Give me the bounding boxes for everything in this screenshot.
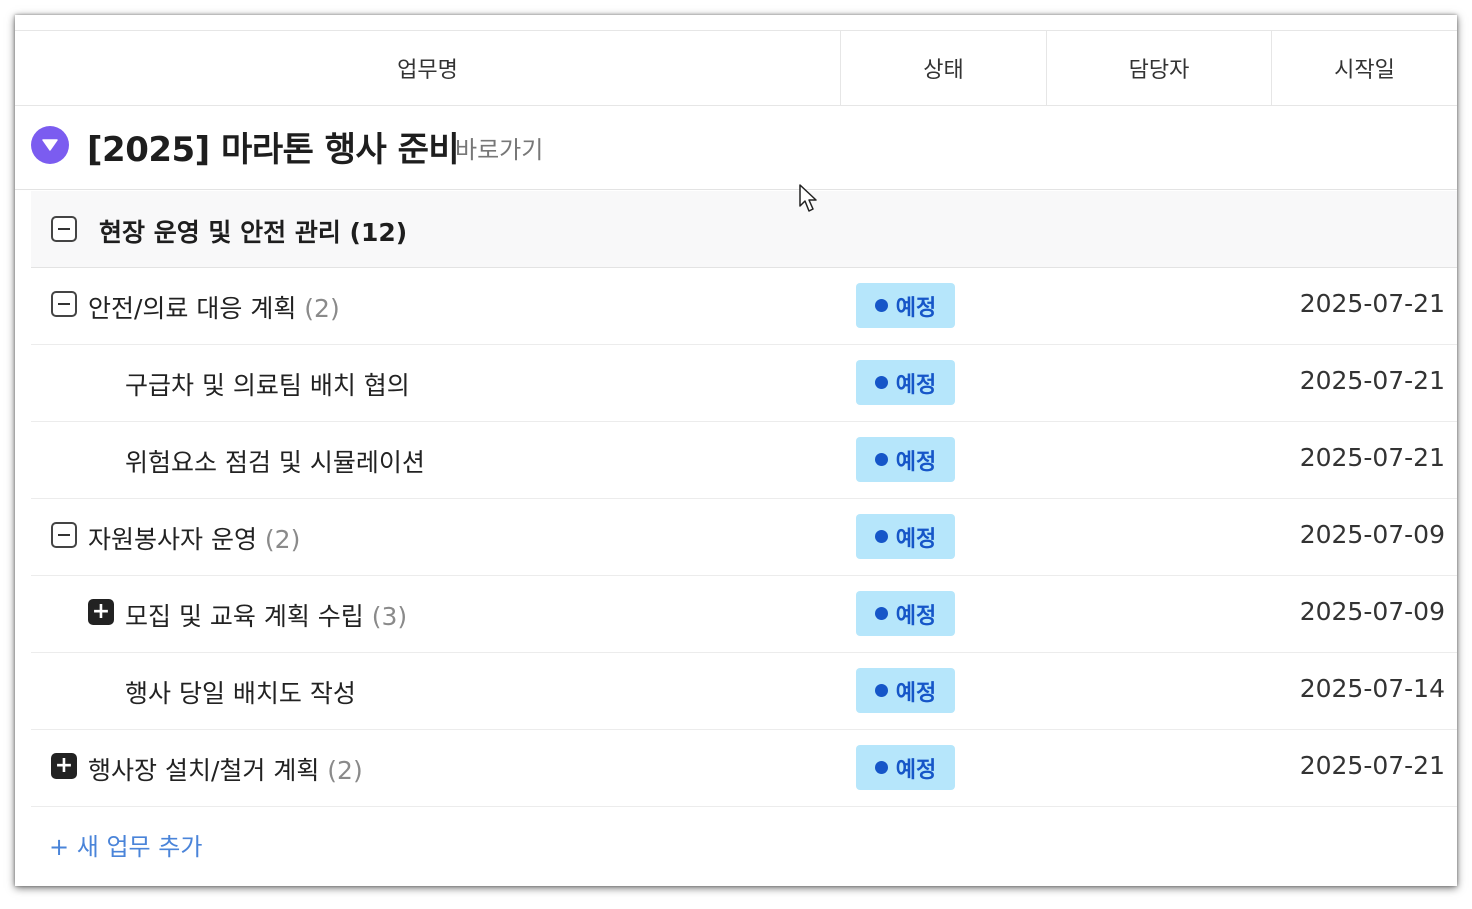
expand-icon[interactable]: + [88, 599, 114, 625]
task-name-text: 안전/의료 대응 계획 [88, 294, 297, 323]
start-date[interactable]: 2025-07-21 [1300, 751, 1445, 780]
task-name-text: 행사 당일 배치도 작성 [125, 679, 356, 708]
status-badge[interactable]: 예정 [856, 283, 955, 328]
status-badge[interactable]: 예정 [856, 514, 955, 559]
table-header: 업무명 상태 담당자 시작일 [15, 30, 1457, 106]
table-row[interactable]: + 모집 및 교육 계획 수립 (3) 예정 2025-07-09 [31, 576, 1457, 653]
start-date[interactable]: 2025-07-09 [1300, 520, 1445, 549]
task-name-text: 자원봉사자 운영 [88, 525, 257, 554]
table-row[interactable]: 자원봉사자 운영 (2) 예정 2025-07-09 [31, 499, 1457, 576]
subtask-count: (2) [327, 756, 363, 785]
status-label: 예정 [895, 372, 937, 398]
collapse-icon[interactable] [51, 291, 77, 317]
table-row[interactable]: + 행사장 설치/철거 계획 (2) 예정 2025-07-21 [31, 730, 1457, 807]
start-date[interactable]: 2025-07-21 [1300, 443, 1445, 472]
status-badge[interactable]: 예정 [856, 591, 955, 636]
status-dot-icon [874, 299, 888, 312]
group-row: 현장 운영 및 안전 관리 (12) [31, 191, 1457, 268]
subtask-count: (2) [304, 294, 340, 323]
status-label: 예정 [895, 680, 937, 706]
column-header-task-name[interactable]: 업무명 [15, 31, 840, 105]
column-header-start-date[interactable]: 시작일 [1271, 31, 1457, 105]
status-label: 예정 [895, 449, 937, 475]
chevron-down-icon[interactable] [31, 126, 69, 164]
status-dot-icon [874, 530, 888, 543]
task-name[interactable]: 위험요소 점검 및 시뮬레이션 [125, 443, 425, 479]
task-name[interactable]: 자원봉사자 운영 (2) [88, 520, 300, 556]
task-name[interactable]: 행사 당일 배치도 작성 [125, 674, 356, 710]
project-title: [2025] 마라톤 행사 준비 [87, 130, 460, 170]
status-badge[interactable]: 예정 [856, 668, 955, 713]
group-title: 현장 운영 및 안전 관리 (12) [99, 218, 408, 247]
project-row: [2025] 마라톤 행사 준비 바로가기 [15, 106, 1457, 190]
status-label: 예정 [895, 526, 937, 552]
mouse-cursor-icon [799, 184, 817, 212]
subtask-count: (3) [371, 602, 408, 631]
task-name-text: 행사장 설치/철거 계획 [88, 756, 320, 785]
task-name[interactable]: 구급차 및 의료팀 배치 협의 [125, 366, 410, 402]
status-label: 예정 [895, 603, 937, 629]
start-date[interactable]: 2025-07-09 [1300, 597, 1445, 626]
status-badge[interactable]: 예정 [856, 745, 955, 790]
project-shortcut-link[interactable]: 바로가기 [455, 130, 543, 165]
task-name[interactable]: 행사장 설치/철거 계획 (2) [88, 751, 363, 787]
column-header-assignee[interactable]: 담당자 [1046, 31, 1271, 105]
start-date[interactable]: 2025-07-21 [1300, 289, 1445, 318]
status-label: 예정 [895, 757, 937, 783]
status-badge[interactable]: 예정 [856, 360, 955, 405]
status-dot-icon [874, 453, 888, 466]
status-badge[interactable]: 예정 [856, 437, 955, 482]
add-task-button[interactable]: + 새 업무 추가 [49, 827, 202, 862]
table-row[interactable]: 행사 당일 배치도 작성 예정 2025-07-14 [31, 653, 1457, 730]
collapse-icon[interactable] [51, 522, 77, 548]
collapse-icon[interactable] [51, 216, 77, 242]
task-name-text: 모집 및 교육 계획 수립 [125, 602, 364, 631]
status-label: 예정 [895, 295, 937, 321]
expand-icon[interactable]: + [51, 753, 77, 779]
task-table-window: 업무명 상태 담당자 시작일 [2025] 마라톤 행사 준비 바로가기 현장 … [15, 15, 1457, 886]
table-row[interactable]: 구급차 및 의료팀 배치 협의 예정 2025-07-21 [31, 345, 1457, 422]
start-date[interactable]: 2025-07-14 [1300, 674, 1445, 703]
task-name[interactable]: 모집 및 교육 계획 수립 (3) [125, 597, 407, 633]
column-header-status[interactable]: 상태 [840, 31, 1046, 105]
start-date[interactable]: 2025-07-21 [1300, 366, 1445, 395]
subtask-count: (2) [264, 525, 301, 554]
task-name-text: 위험요소 점검 및 시뮬레이션 [125, 448, 425, 477]
status-dot-icon [874, 376, 888, 389]
status-dot-icon [874, 761, 888, 774]
table-row[interactable]: 안전/의료 대응 계획 (2) 예정 2025-07-21 [31, 268, 1457, 345]
status-dot-icon [874, 607, 888, 620]
table-row[interactable]: 위험요소 점검 및 시뮬레이션 예정 2025-07-21 [31, 422, 1457, 499]
task-name-text: 구급차 및 의료팀 배치 협의 [125, 371, 410, 400]
status-dot-icon [874, 684, 888, 697]
task-name[interactable]: 안전/의료 대응 계획 (2) [88, 289, 340, 325]
